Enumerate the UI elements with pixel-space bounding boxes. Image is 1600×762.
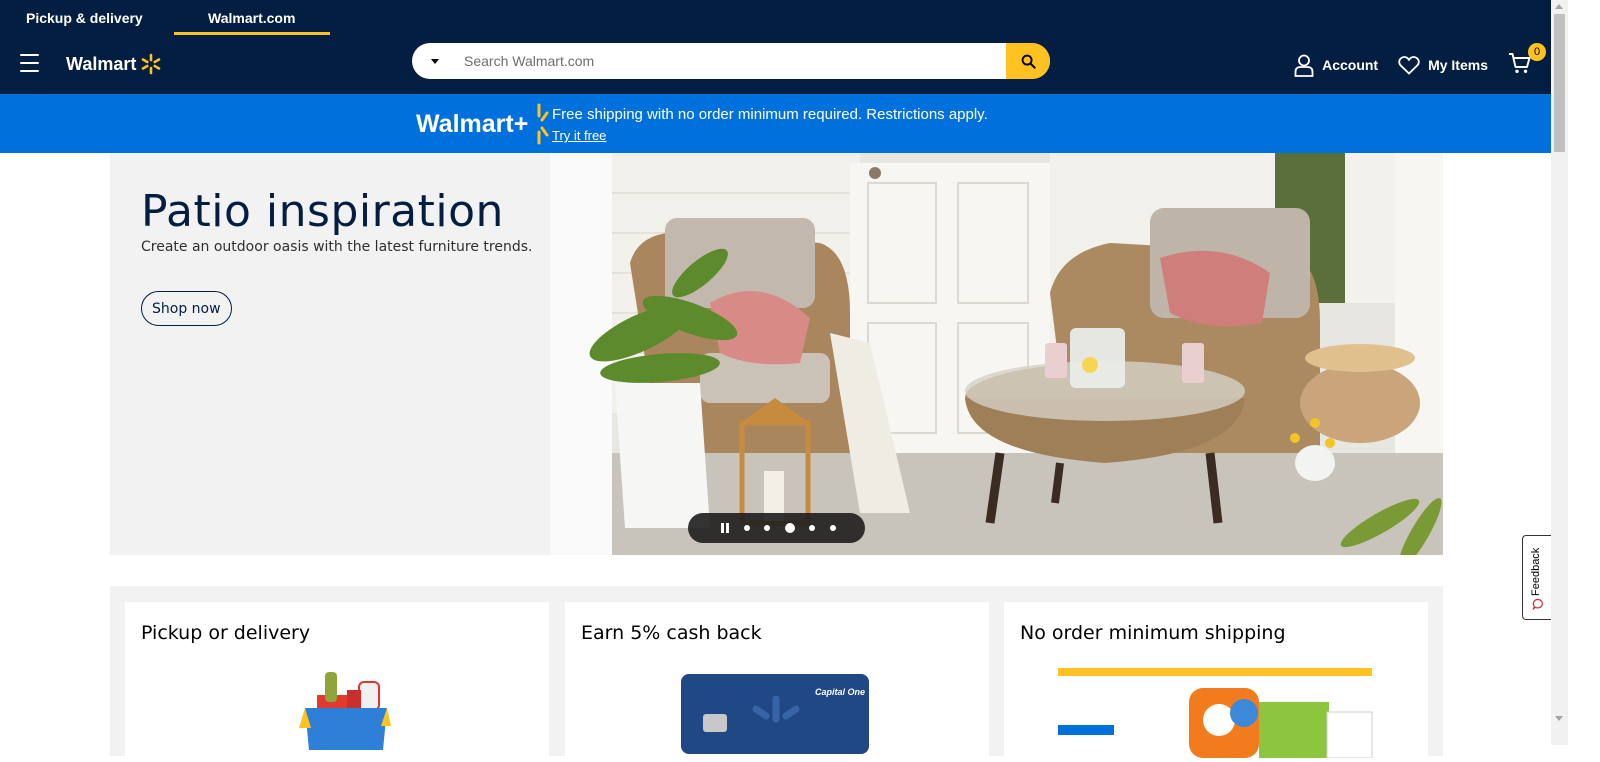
scroll-thumb[interactable]	[1554, 14, 1565, 152]
carousel-dot-3[interactable]	[784, 523, 795, 533]
search-icon	[1021, 54, 1036, 69]
tab-walmart-com[interactable]: Walmart.com	[173, 0, 330, 36]
caret-down-icon	[431, 58, 439, 64]
search-input[interactable]	[458, 43, 1006, 79]
feedback-tab[interactable]: Feedback	[1522, 535, 1551, 620]
walmart-plus-logo: Walmart+	[416, 102, 552, 146]
tab-pickup-delivery[interactable]: Pickup & delivery	[0, 0, 169, 36]
cart-count-badge: 0	[1528, 43, 1546, 61]
my-items-label: My Items	[1428, 57, 1488, 73]
logo-text: Walmart	[66, 53, 137, 74]
carousel-dot-5[interactable]	[829, 525, 836, 531]
carousel-controls	[688, 513, 865, 543]
grocery-bag-image	[299, 672, 391, 750]
card-free-shipping[interactable]: No order minimum shipping	[1004, 602, 1428, 762]
account-label: Account	[1322, 57, 1379, 73]
patio-furniture-image[interactable]	[550, 153, 1443, 555]
menu-icon[interactable]	[20, 54, 39, 74]
shop-now-button[interactable]: Shop now	[141, 291, 232, 326]
try-it-free-link[interactable]: Try it free	[552, 128, 606, 143]
credit-card-image: Capital One	[681, 674, 869, 754]
card-title: Pickup or delivery	[141, 622, 311, 644]
my-items-button[interactable]: My Items	[1398, 55, 1488, 75]
walmart-plus-banner[interactable]: Walmart+ Free shipping with no order min…	[0, 94, 1551, 153]
page-scrollbar[interactable]	[1551, 0, 1568, 745]
pause-icon[interactable]	[721, 523, 730, 533]
capital-one-text: Capital One	[815, 687, 865, 697]
top-header: Pickup & delivery Walmart.com Walmart Se…	[0, 0, 1568, 94]
promo-cards-section: Pickup or delivery Earn 5% cash back Cap…	[110, 586, 1443, 762]
heart-icon	[1398, 55, 1420, 75]
mode-tabs: Pickup & delivery Walmart.com	[0, 0, 330, 36]
card-cash-back[interactable]: Earn 5% cash back Capital One	[565, 602, 989, 762]
spark-icon	[537, 103, 549, 145]
scroll-up-icon[interactable]	[1555, 4, 1563, 9]
account-button[interactable]: Account	[1294, 54, 1378, 77]
carousel-dot-2[interactable]	[764, 525, 771, 531]
header-actions: Account My Items 0	[1294, 43, 1568, 78]
carousel-dot-4[interactable]	[809, 525, 816, 531]
speech-bubble-icon	[1532, 598, 1543, 610]
card-title: Earn 5% cash back	[581, 622, 762, 644]
hero-title: Patio inspiration	[141, 186, 504, 237]
search-button[interactable]	[1006, 43, 1050, 79]
department-dropdown[interactable]	[412, 43, 458, 79]
card-pickup-delivery[interactable]: Pickup or delivery	[125, 602, 549, 762]
card-title: No order minimum shipping	[1020, 622, 1286, 644]
hero-banner: Patio inspiration Create an outdoor oasi…	[110, 153, 1443, 555]
scroll-down-icon[interactable]	[1555, 716, 1563, 721]
carousel-dot-1[interactable]	[743, 525, 750, 531]
feedback-label: Feedback	[1530, 547, 1542, 596]
user-icon	[1294, 54, 1314, 77]
spark-icon	[142, 53, 161, 75]
hero-subtitle: Create an outdoor oasis with the latest …	[141, 239, 533, 255]
walmart-logo[interactable]: Walmart	[66, 53, 162, 75]
wplus-message: Free shipping with no order minimum requ…	[552, 106, 988, 123]
search-bar	[412, 43, 1050, 79]
wplus-logo-text: Walmart+	[416, 109, 529, 138]
